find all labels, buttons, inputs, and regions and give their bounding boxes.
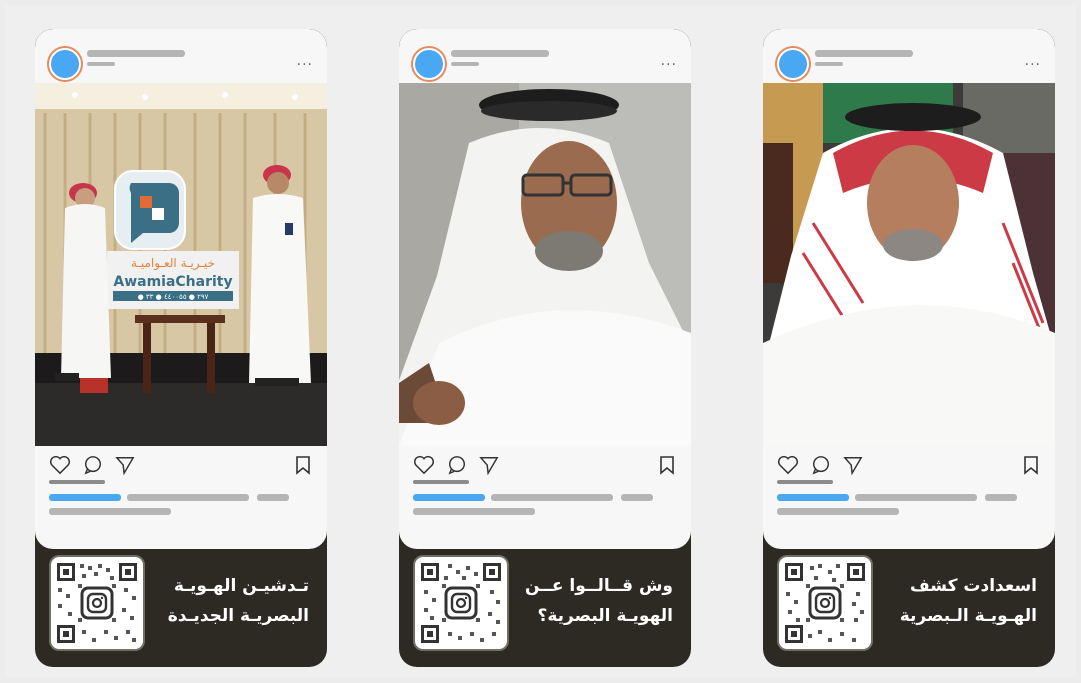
post-header: ...: [35, 29, 327, 83]
bookmark-icon[interactable]: [1023, 455, 1039, 475]
caption-panel: وش قــالــوا عــن الهويـة البصرية؟: [399, 549, 691, 667]
username-placeholder: [87, 50, 185, 57]
post-body: ...: [763, 29, 1055, 549]
username-placeholder: [815, 50, 913, 57]
caption-placeholder: [127, 494, 249, 501]
subtitle-placeholder: [815, 62, 843, 66]
caption-line-1: وش قــالــوا عــن: [524, 576, 673, 596]
post-actions: [413, 455, 677, 477]
subtitle-placeholder: [87, 62, 115, 66]
likes-placeholder: [49, 480, 105, 484]
send-icon[interactable]: [115, 455, 135, 475]
avatar[interactable]: [777, 48, 809, 80]
username-placeholder: [451, 50, 549, 57]
caption-line-2: الهويـة البصرية؟: [537, 606, 673, 626]
qr-code-icon[interactable]: [779, 557, 871, 649]
more-icon[interactable]: ...: [1025, 53, 1041, 69]
heart-icon[interactable]: [413, 455, 435, 475]
post-header: ...: [763, 29, 1055, 83]
more-icon[interactable]: ...: [661, 53, 677, 69]
caption-placeholder: [855, 494, 977, 501]
qr-code-icon[interactable]: [415, 557, 507, 649]
caption-placeholder: [413, 508, 535, 515]
heart-icon[interactable]: [49, 455, 71, 475]
caption-accent-placeholder: [413, 494, 485, 501]
caption-placeholder: [491, 494, 613, 501]
bookmark-icon[interactable]: [659, 455, 675, 475]
send-icon[interactable]: [479, 455, 499, 475]
caption-line-2: الهـويـة الـبصرية: [899, 606, 1037, 626]
post-card-reveal[interactable]: ... اسعدادت كشف الهـويـة الـبصرية: [763, 29, 1055, 667]
likes-placeholder: [777, 480, 833, 484]
post-actions: [49, 455, 313, 477]
avatar[interactable]: [413, 48, 445, 80]
comment-icon[interactable]: [447, 455, 467, 475]
post-card-feedback[interactable]: ... وش قــالــوا عــن الهويـة البصرية؟: [399, 29, 691, 667]
sign-strip-text: ● ٢٩٧ ● ٤٤٠٠٥٥ ● ٣٣: [138, 293, 209, 301]
caption-placeholder: [985, 494, 1017, 501]
post-body: ...: [35, 29, 327, 549]
caption-placeholder: [49, 508, 171, 515]
page-background: ... خيـريـة العـواميـة AwamiaCharity ● ٢…: [5, 5, 1076, 678]
caption-text: وش قــالــوا عــن الهويـة البصرية؟: [505, 571, 673, 631]
comment-icon[interactable]: [811, 455, 831, 475]
caption-line-1: اسعدادت كشف: [910, 576, 1037, 596]
caption-accent-placeholder: [49, 494, 121, 501]
caption-accent-placeholder: [777, 494, 849, 501]
caption-placeholder: [777, 508, 899, 515]
caption-line-1: تـدشيـن الهـويـة: [173, 576, 309, 596]
caption-panel: اسعدادت كشف الهـويـة الـبصرية: [763, 549, 1055, 667]
caption-text: تـدشيـن الهـويـة البصريـة الجديـدة: [141, 571, 309, 631]
sign-latin-text: AwamiaCharity: [113, 274, 232, 290]
post-actions: [777, 455, 1041, 477]
caption-placeholder: [621, 494, 653, 501]
caption-panel: تـدشيـن الهـويـة البصريـة الجديـدة: [35, 549, 327, 667]
post-body: ...: [399, 29, 691, 549]
heart-icon[interactable]: [777, 455, 799, 475]
bookmark-icon[interactable]: [295, 455, 311, 475]
likes-placeholder: [413, 480, 469, 484]
sign-arabic-text: خيـريـة العـواميـة: [131, 256, 215, 271]
more-icon[interactable]: ...: [297, 53, 313, 69]
caption-line-2: البصريـة الجديـدة: [167, 606, 309, 626]
avatar[interactable]: [49, 48, 81, 80]
post-photo-portrait: [763, 83, 1055, 446]
caption-placeholder: [257, 494, 289, 501]
caption-text: اسعدادت كشف الهـويـة الـبصرية: [869, 571, 1037, 631]
subtitle-placeholder: [451, 62, 479, 66]
post-photo-interview: [399, 83, 691, 446]
post-photo-launch-ceremony: خيـريـة العـواميـة AwamiaCharity ● ٢٩٧ ●…: [35, 83, 327, 446]
comment-icon[interactable]: [83, 455, 103, 475]
post-card-launch[interactable]: ... خيـريـة العـواميـة AwamiaCharity ● ٢…: [35, 29, 327, 667]
send-icon[interactable]: [843, 455, 863, 475]
qr-code-icon[interactable]: [51, 557, 143, 649]
post-header: ...: [399, 29, 691, 83]
